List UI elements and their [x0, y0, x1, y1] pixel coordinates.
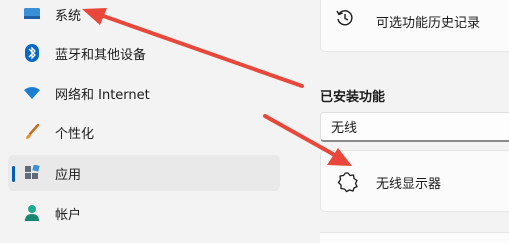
apps-icon: [22, 163, 42, 183]
sidebar-item-label: 个性化: [55, 126, 95, 142]
sidebar-item-label: 网络和 Internet: [55, 87, 150, 103]
optional-features-history-link[interactable]: 可选功能历史记录: [320, 0, 509, 52]
sidebar-item-apps[interactable]: 应用: [8, 155, 280, 191]
selection-indicator: [12, 166, 15, 182]
sidebar-item-system[interactable]: 系统: [8, 0, 280, 32]
sidebar-item-accounts[interactable]: 帐户: [8, 195, 280, 231]
sidebar-item-label: 系统: [55, 8, 82, 24]
sidebar-item-label: 帐户: [55, 207, 82, 223]
person-icon: [22, 203, 42, 223]
sidebar-item-bluetooth[interactable]: 蓝牙和其他设备: [8, 35, 280, 71]
wifi-icon: [22, 83, 42, 103]
monitor-icon: [22, 4, 42, 24]
gear-icon: [337, 171, 359, 197]
installed-features-heading: 已安装功能: [320, 90, 386, 105]
bluetooth-icon: [22, 43, 42, 63]
next-feature-item[interactable]: [320, 232, 509, 243]
sidebar-item-label: 蓝牙和其他设备: [55, 47, 147, 63]
feature-item-wireless-display[interactable]: 无线显示器: [320, 150, 509, 212]
brush-icon: [22, 122, 42, 142]
sidebar-item-personalization[interactable]: 个性化: [8, 114, 280, 150]
installed-features-search-input[interactable]: [320, 112, 509, 142]
sidebar-item-network[interactable]: 网络和 Internet: [8, 75, 280, 111]
history-icon: [335, 8, 355, 32]
settings-sidebar: 系统 蓝牙和其他设备 网络和 Internet 个性化 应用 帐户: [0, 0, 290, 243]
feature-item-label: 无线显示器: [376, 177, 442, 192]
main-content: 可选功能历史记录 已安装功能 无线显示器: [290, 0, 509, 243]
history-link-label: 可选功能历史记录: [376, 16, 481, 31]
sidebar-item-label: 应用: [55, 167, 82, 183]
